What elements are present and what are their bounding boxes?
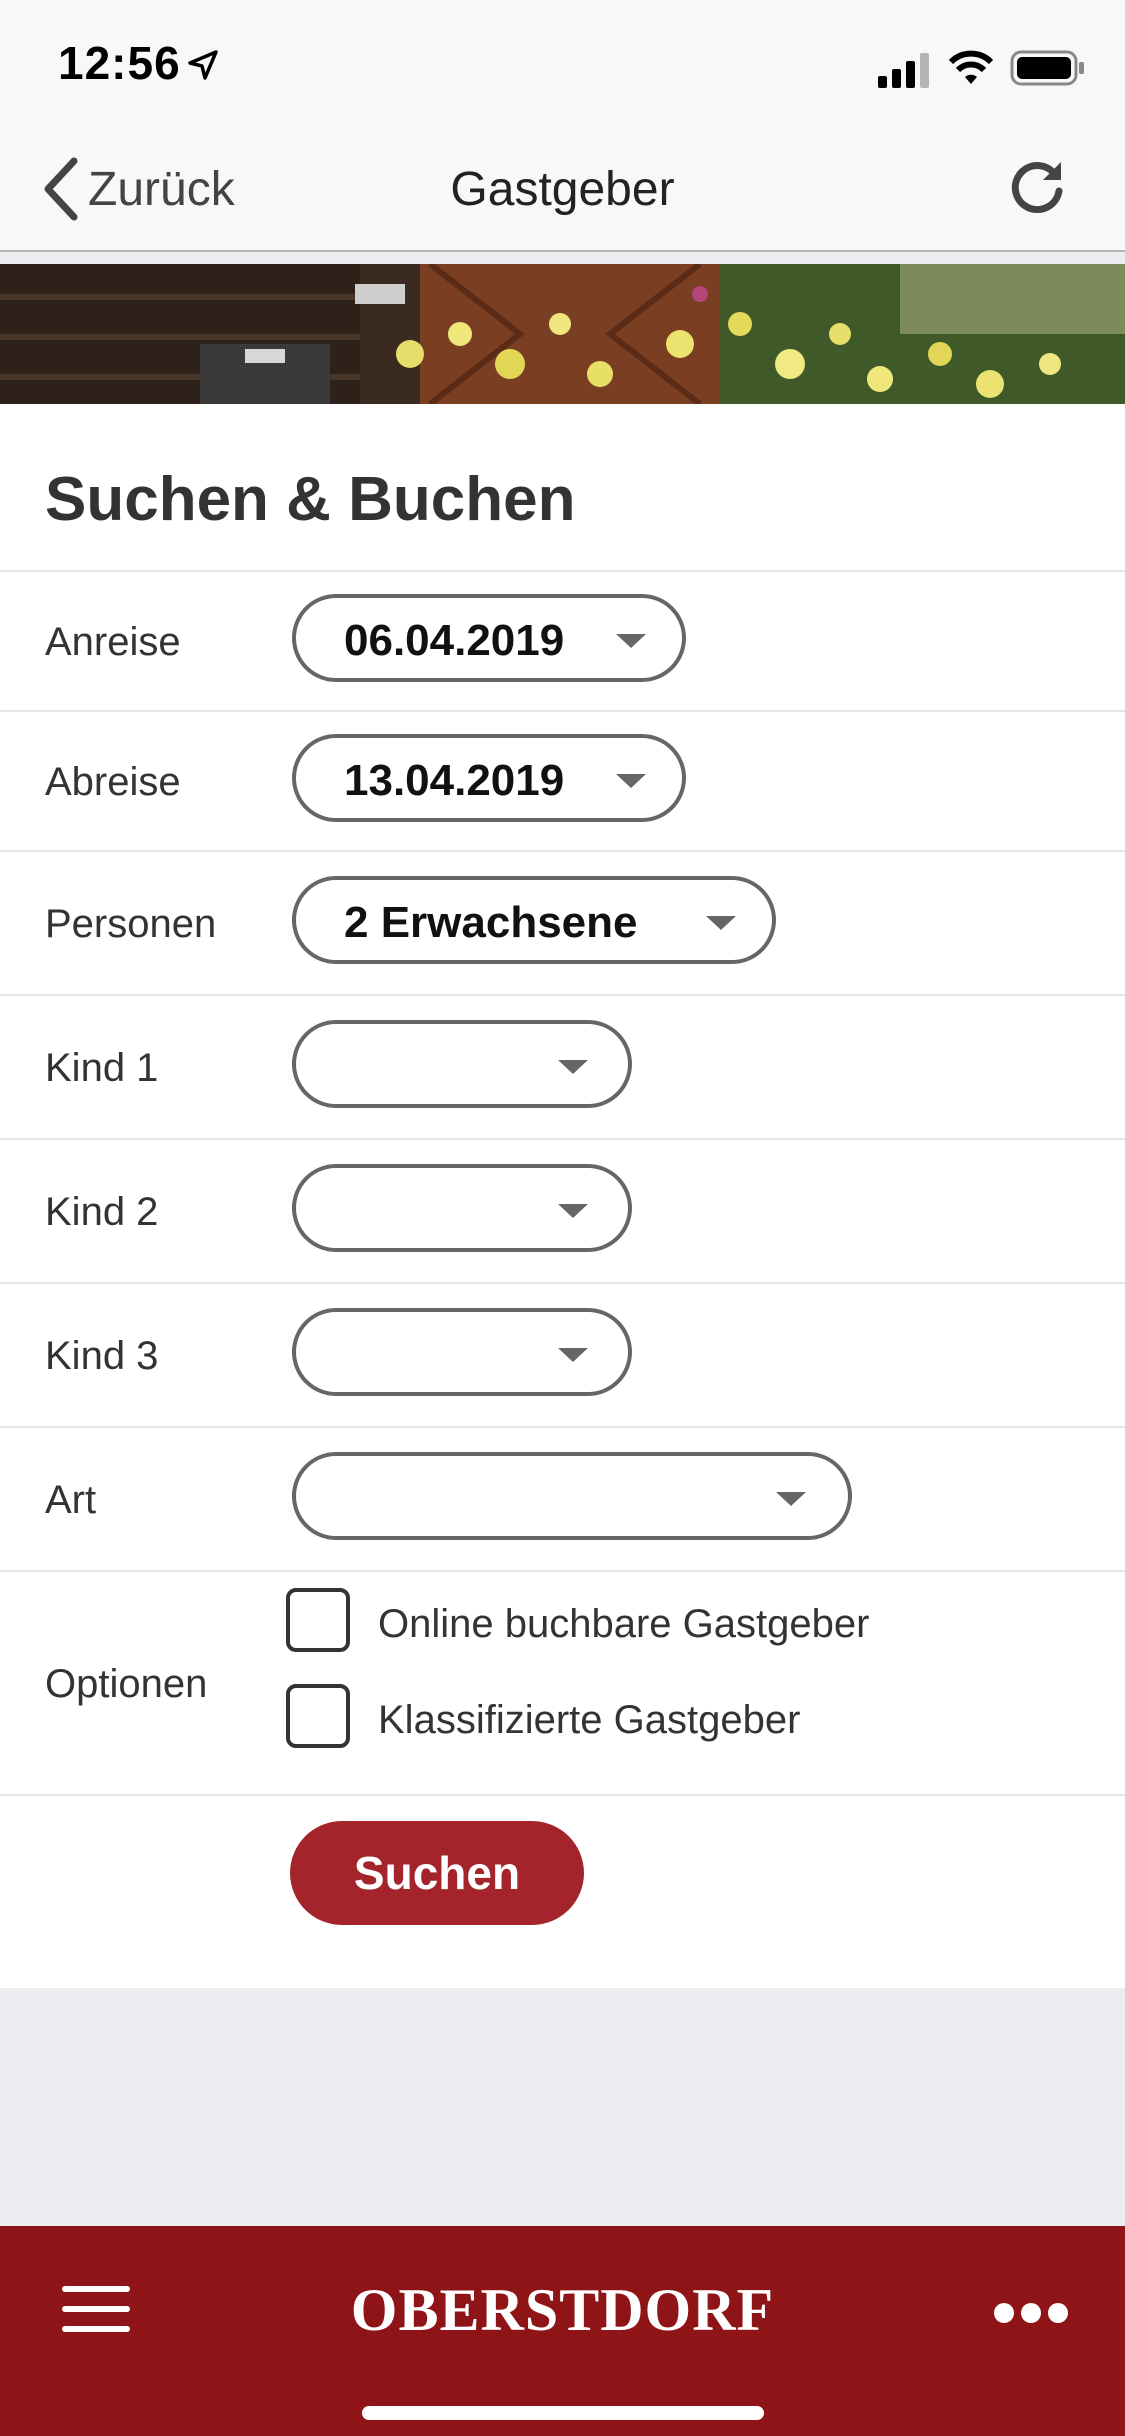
wifi-icon <box>948 50 994 84</box>
caret-down-icon <box>558 1204 588 1218</box>
arrival-date-select[interactable]: 06.04.2019 <box>292 594 686 682</box>
checkbox-label: Online buchbare Gastgeber <box>378 1602 870 1646</box>
select-value: 13.04.2019 <box>344 756 565 805</box>
status-bar: 12:56 <box>0 0 1125 132</box>
caret-down-icon <box>616 634 646 648</box>
field-label: Art <box>45 1478 97 1522</box>
child-3-select[interactable] <box>292 1308 632 1396</box>
caret-down-icon <box>616 774 646 788</box>
departure-date-select[interactable]: 13.04.2019 <box>292 734 686 822</box>
select-value: 2 Erwachsene <box>344 898 638 947</box>
child-2-select[interactable] <box>292 1164 632 1252</box>
form-row-kind-2: Kind 2 <box>0 1138 1125 1284</box>
form-row-kind-3: Kind 3 <box>0 1282 1125 1428</box>
form-row-abreise: Abreise 13.04.2019 <box>0 710 1125 852</box>
caret-down-icon <box>776 1492 806 1506</box>
home-indicator[interactable] <box>362 2406 764 2420</box>
field-label: Optionen <box>45 1662 208 1706</box>
field-label: Personen <box>45 902 217 946</box>
type-select[interactable] <box>292 1452 852 1540</box>
caret-down-icon <box>558 1060 588 1074</box>
battery-icon <box>1010 50 1084 86</box>
form-row-anreise: Anreise 06.04.2019 <box>0 570 1125 712</box>
classified-checkbox[interactable] <box>286 1684 350 1748</box>
checkbox-label: Klassifizierte Gastgeber <box>378 1698 801 1742</box>
hero-image <box>0 264 1125 404</box>
status-time: 12:56 <box>58 37 181 89</box>
field-label: Kind 2 <box>45 1190 159 1234</box>
form-row-art: Art <box>0 1426 1125 1572</box>
cellular-signal-icon <box>878 53 929 88</box>
navigation-bar: Zurück Gastgeber <box>0 132 1125 252</box>
field-label: Abreise <box>45 760 181 804</box>
divider <box>0 1794 1125 1796</box>
field-label: Kind 3 <box>45 1334 159 1378</box>
page-title: Gastgeber <box>450 163 675 216</box>
online-bookable-checkbox[interactable] <box>286 1588 350 1652</box>
form-row-optionen: Optionen Online buchbare Gastgeber Klass… <box>0 1570 1125 1796</box>
location-arrow-icon <box>188 50 218 80</box>
search-form: Suchen & Buchen Anreise 06.04.2019 Abrei… <box>0 404 1125 1988</box>
form-row-kind-1: Kind 1 <box>0 994 1125 1140</box>
section-title: Suchen & Buchen <box>45 465 576 534</box>
more-dots-icon[interactable] <box>994 2302 1068 2324</box>
caret-down-icon <box>558 1348 588 1362</box>
brand-logo: OBERSTDORF <box>350 2277 775 2343</box>
persons-select[interactable]: 2 Erwachsene <box>292 876 776 964</box>
bottom-bar: OBERSTDORF <box>0 2226 1125 2436</box>
form-row-personen: Personen 2 Erwachsene <box>0 850 1125 996</box>
search-button[interactable]: Suchen <box>290 1821 584 1925</box>
select-value: 06.04.2019 <box>344 616 565 665</box>
caret-down-icon <box>706 916 736 930</box>
field-label: Kind 1 <box>45 1046 159 1090</box>
garden-photo <box>0 264 1125 404</box>
child-1-select[interactable] <box>292 1020 632 1108</box>
field-label: Anreise <box>45 620 181 664</box>
refresh-icon[interactable] <box>1006 156 1068 218</box>
